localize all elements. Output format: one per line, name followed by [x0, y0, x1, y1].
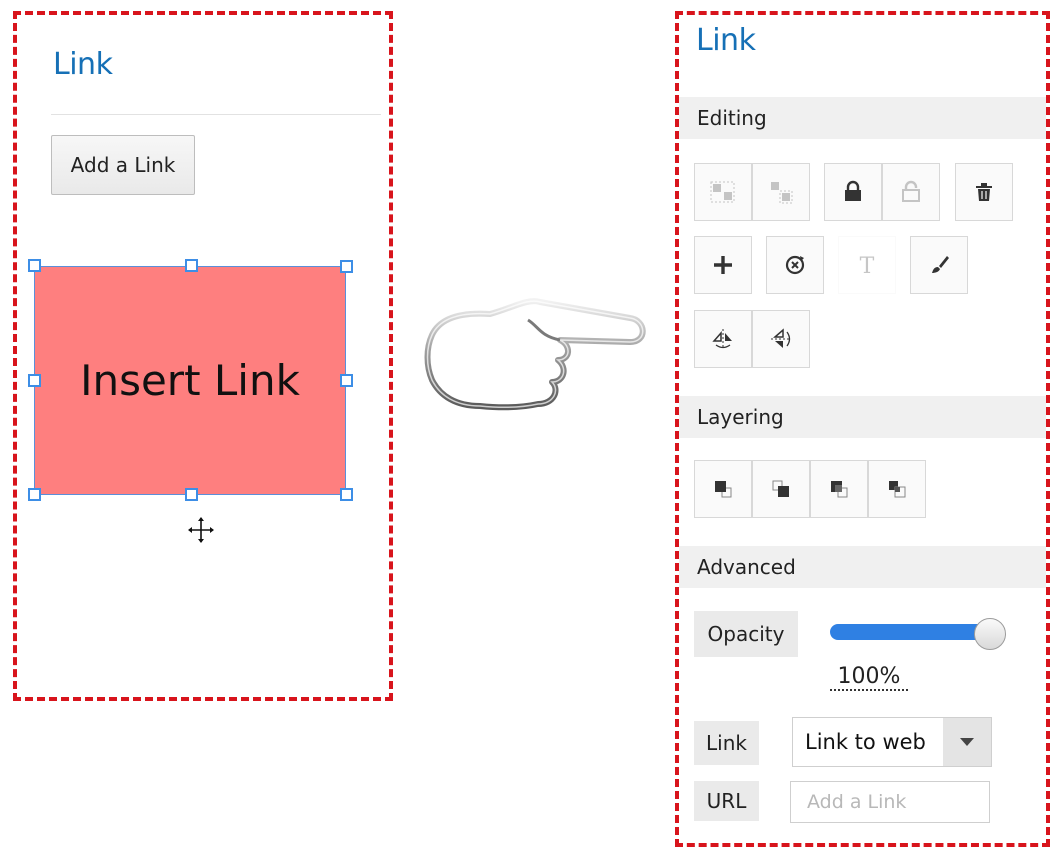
flip-vertical-button[interactable]	[752, 310, 810, 368]
rotate-button[interactable]	[766, 236, 824, 294]
link-type-value: Link to web	[805, 730, 926, 754]
text-icon: T	[860, 254, 875, 278]
group-icon	[710, 181, 735, 203]
section-layering[interactable]: Layering	[679, 396, 1046, 438]
resize-handle-right[interactable]	[340, 374, 353, 387]
opacity-label: Opacity	[694, 611, 798, 657]
rotate-icon	[785, 255, 805, 275]
chevron-down-icon[interactable]	[943, 718, 991, 766]
url-label: URL	[694, 781, 759, 821]
opacity-slider-track[interactable]	[830, 624, 990, 640]
unlock-icon	[902, 180, 920, 202]
lock-button[interactable]	[824, 163, 882, 221]
left-title-divider	[51, 114, 381, 115]
ungroup-icon	[771, 182, 793, 204]
text-button[interactable]: T	[838, 236, 896, 294]
resize-handle-bottom-right[interactable]	[340, 488, 353, 501]
resize-handle-top-left[interactable]	[28, 259, 41, 272]
send-to-back-button[interactable]	[752, 460, 810, 518]
lock-icon	[845, 180, 861, 201]
shape-text: Insert Link	[80, 356, 300, 405]
pointing-hand-icon	[424, 298, 646, 411]
section-editing[interactable]: Editing	[679, 97, 1046, 139]
group-button[interactable]	[694, 163, 752, 221]
resize-handle-bottom[interactable]	[185, 488, 198, 501]
section-advanced[interactable]: Advanced	[679, 546, 1046, 588]
resize-handle-left[interactable]	[28, 374, 41, 387]
resize-handle-top[interactable]	[185, 259, 198, 272]
rectangle-shape[interactable]: Insert Link	[34, 266, 346, 495]
delete-button[interactable]	[955, 163, 1013, 221]
left-panel-title: Link	[53, 47, 113, 82]
add-icon	[714, 256, 732, 274]
move-cursor-icon	[188, 517, 214, 543]
url-input[interactable]	[790, 781, 990, 823]
ungroup-button[interactable]	[752, 163, 810, 221]
link-label: Link	[694, 721, 759, 765]
unlock-button[interactable]	[882, 163, 940, 221]
send-backward-icon	[889, 481, 906, 498]
add-a-link-button[interactable]: Add a Link	[51, 135, 195, 195]
flip-horizontal-button[interactable]	[694, 310, 752, 368]
opacity-slider-knob[interactable]	[974, 618, 1006, 650]
paint-brush-icon	[932, 256, 949, 273]
send-backward-button[interactable]	[868, 460, 926, 518]
link-type-select[interactable]: Link to web	[792, 717, 992, 767]
resize-handle-bottom-left[interactable]	[28, 488, 41, 501]
right-panel-title: Link	[696, 23, 756, 58]
delete-icon	[976, 183, 992, 201]
flip-horizontal-icon	[712, 329, 732, 349]
bring-forward-icon	[831, 481, 848, 498]
send-to-back-icon	[772, 480, 789, 497]
style-brush-button[interactable]	[910, 236, 968, 294]
svg-text:T: T	[860, 254, 875, 278]
bring-forward-button[interactable]	[810, 460, 868, 518]
resize-handle-top-right[interactable]	[340, 260, 353, 273]
add-button[interactable]	[694, 236, 752, 294]
bring-to-front-button[interactable]	[694, 460, 752, 518]
flip-vertical-icon	[771, 328, 791, 348]
opacity-value[interactable]: 100%	[830, 664, 908, 691]
bring-to-front-icon	[715, 481, 732, 498]
